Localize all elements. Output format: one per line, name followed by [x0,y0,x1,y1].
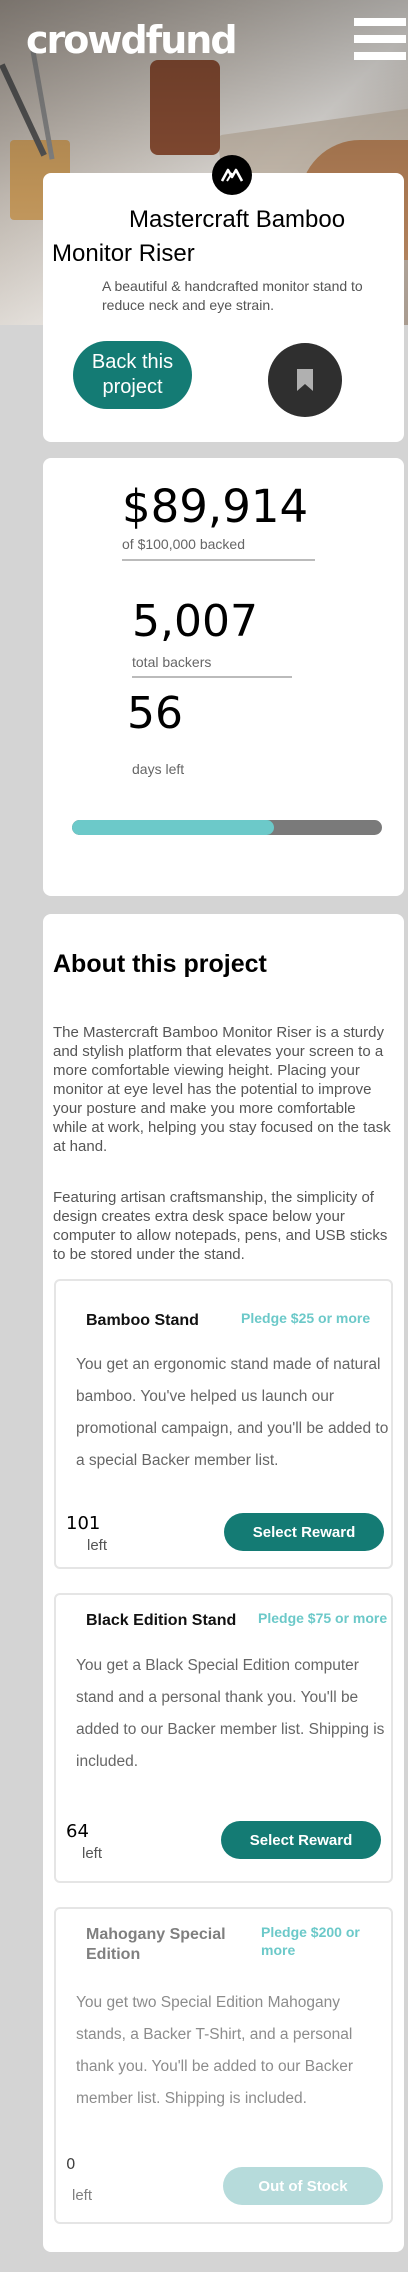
reward-card-mahogany: Mahogany Special Edition Pledge $200 or … [54,1907,393,2224]
out-of-stock-button[interactable]: Out of Stock [223,2167,383,2205]
reward-left-label: left [72,2187,93,2204]
reward-description: You get an ergonomic stand made of natur… [76,1356,389,1469]
funding-progress-bar [72,820,382,835]
reward-card-bamboo: Bamboo Stand Pledge $25 or more You get … [54,1279,393,1569]
bookmark-button[interactable] [268,343,342,417]
reward-left-label: left [87,1537,108,1554]
project-card: Mastercraft Bamboo Monitor Riser A beaut… [43,155,404,442]
select-reward-button[interactable]: Select Reward [221,1821,381,1859]
reward-count: 64 [66,1821,89,1842]
stats-card: $89,914 of $100,000 backed 5,007 total b… [43,458,404,896]
total-backers: 5,007 [132,596,258,647]
reward-description: You get two Special Edition Mahogany sta… [76,1994,353,2107]
divider [122,559,315,561]
funding-progress-fill [72,820,274,835]
project-subtitle: A beautiful & handcrafted monitor stand … [102,278,363,313]
about-paragraph: The Mastercraft Bamboo Monitor Riser is … [53,1024,391,1155]
project-title: Mastercraft Bamboo Monitor Riser [52,206,346,267]
back-project-button[interactable]: Back this project [73,341,192,409]
reward-pledge: Pledge $75 or more [258,1610,388,1626]
product-logo-icon [212,155,252,195]
reward-pledge: Pledge $25 or more [241,1310,371,1326]
amount-backed: $89,914 [122,480,309,533]
about-title: About this project [53,950,267,978]
reward-name: Bamboo Stand [86,1312,199,1329]
reward-name: Mahogany Special Edition [86,1926,226,1963]
divider [132,676,292,678]
hamburger-icon[interactable] [354,18,406,70]
days-left: 56 [127,688,183,739]
days-caption: days left [132,761,185,777]
reward-count: 101 [66,1513,101,1534]
amount-caption: of $100,000 backed [122,536,245,552]
backers-caption: total backers [132,654,212,670]
reward-description: You get a Black Special Edition computer… [76,1657,385,1770]
about-paragraph: Featuring artisan craftsmanship, the sim… [53,1189,388,1263]
reward-card-black-edition: Black Edition Stand Pledge $75 or more Y… [54,1593,393,1883]
bookmark-icon [297,369,313,391]
select-reward-button[interactable]: Select Reward [224,1513,384,1551]
reward-left-label: left [82,1845,103,1862]
reward-pledge: Pledge $200 or more [261,1924,360,1958]
reward-count: 0 [66,2155,76,2173]
reward-name: Black Edition Stand [86,1612,237,1629]
site-logo[interactable]: crowdfund [26,18,238,62]
about-card: About this project The Mastercraft Bambo… [43,914,404,2252]
